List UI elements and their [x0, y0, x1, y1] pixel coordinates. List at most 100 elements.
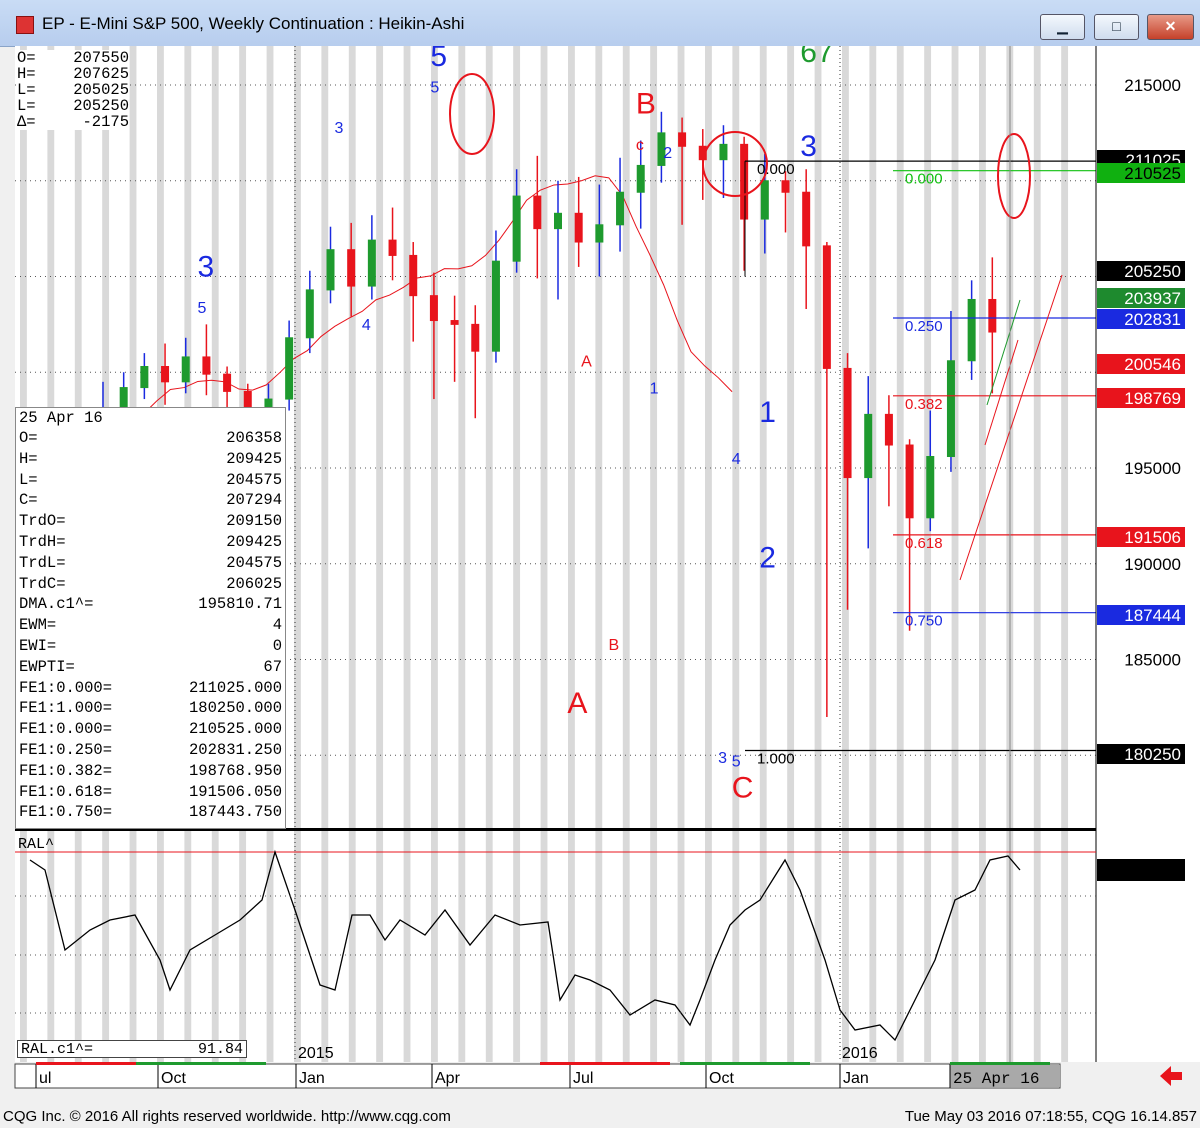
data-window: 25 Apr 16 O= 206358 H= 209425 L= 204575 C= 2072…: [15, 407, 286, 829]
candle-body: [450, 320, 459, 325]
candle-body: [822, 245, 831, 369]
wave-label: 4: [732, 451, 741, 468]
data-window-row: FE1:0.750= 187443.750: [16, 802, 285, 823]
wave-label: 67: [800, 46, 833, 69]
data-window-value: 206025: [226, 574, 282, 593]
week-band: [951, 830, 959, 1062]
price-axis-tick-label: 195000: [1124, 459, 1181, 478]
ohlc-value: -2175: [82, 113, 129, 131]
data-window-row: EWPTI= 67: [16, 657, 285, 678]
candle-body: [367, 239, 376, 287]
candle-body: [884, 413, 893, 446]
price-flag-label: 191506: [1124, 528, 1181, 547]
candle-body: [326, 249, 335, 291]
status-datetime: Tue May 03 2016 07:18:55, CQG 16.14.857: [904, 1108, 1197, 1125]
ohlc-label: H=: [17, 65, 36, 83]
week-band: [842, 830, 849, 1062]
week-band: [1033, 830, 1041, 1062]
week-band: [595, 830, 603, 1062]
data-window-row: FE1:0.000= 210525.000: [16, 719, 285, 740]
week-band: [650, 46, 658, 828]
candle-body: [616, 191, 625, 226]
data-window-value: 206358: [226, 429, 282, 447]
week-band: [622, 830, 630, 1062]
time-color-bar: [950, 1062, 1050, 1065]
data-window-label: EWI=: [19, 636, 57, 655]
week-band: [705, 830, 712, 1062]
data-window-value: 195810.71: [198, 595, 282, 614]
data-window-value: 202831.250: [188, 740, 282, 759]
wave-label: 5: [430, 80, 439, 97]
ral-value-flag: [1097, 859, 1185, 881]
fib-level-label: 1.000: [757, 750, 795, 767]
maximize-button[interactable]: □: [1094, 14, 1139, 40]
data-window-value: 209150: [226, 512, 282, 531]
price-axis-tick-label: 185000: [1124, 651, 1181, 670]
week-band: [979, 830, 986, 1062]
minimize-button[interactable]: ▁: [1040, 14, 1085, 40]
data-window-value: 211025.000: [188, 678, 282, 697]
candle-body: [305, 289, 314, 339]
candle-body: [429, 295, 438, 322]
data-window-label: FE1:0.750=: [19, 803, 113, 822]
data-window-label: FE1:1.000=: [19, 699, 113, 718]
week-band: [376, 46, 384, 828]
close-button[interactable]: ✕: [1147, 14, 1194, 40]
week-band: [513, 830, 521, 1062]
candle-body: [760, 180, 769, 220]
candle-body: [181, 356, 190, 383]
data-window-label: DMA.c1^=: [19, 595, 94, 614]
week-band: [74, 830, 82, 1062]
data-window-row: FE1:1.000= 180250.000: [16, 698, 285, 719]
time-axis-label: Jan: [299, 1070, 325, 1087]
week-band: [979, 46, 986, 828]
scroll-left-icon[interactable]: [1158, 1064, 1184, 1088]
candle-body: [223, 373, 232, 392]
week-band: [20, 830, 27, 1062]
wave-label: c: [636, 137, 644, 154]
data-window-row: DMA.c1^= 195810.71: [16, 594, 285, 615]
week-band: [759, 830, 767, 1062]
candle-body: [140, 366, 149, 389]
candle-body: [905, 444, 914, 519]
week-band: [348, 46, 356, 828]
wave-label: B: [609, 637, 620, 654]
candle-body: [636, 164, 645, 193]
candle-body: [719, 143, 728, 161]
week-band: [595, 46, 603, 828]
data-window-label: TrdO=: [19, 512, 66, 531]
ohlc-row: L= 205250: [17, 98, 129, 114]
data-window-label: C=: [19, 491, 38, 510]
ohlc-value: 205250: [73, 97, 129, 115]
fib-level-label: 0.750: [905, 613, 943, 630]
candle-body: [285, 337, 294, 400]
week-band: [485, 46, 493, 828]
data-window-label: EWPTI=: [19, 657, 75, 676]
time-axis-label: 25 Apr 16: [953, 1070, 1039, 1088]
price-axis-tick-label: 215000: [1124, 76, 1181, 95]
time-color-bar: [540, 1062, 670, 1065]
wave-label: 1: [759, 396, 776, 429]
wave-label: 5: [430, 46, 447, 73]
week-band: [211, 830, 219, 1062]
candle-body: [471, 323, 480, 352]
week-band: [924, 830, 932, 1062]
price-flag-label: 200546: [1124, 355, 1181, 374]
candle-body: [926, 456, 935, 519]
data-window-label: FE1:0.382=: [19, 761, 113, 780]
candle-body: [843, 367, 852, 479]
ral-readout-value: 91.84: [197, 1041, 243, 1058]
window-title: EP - E-Mini S&P 500, Weekly Continuation…: [42, 14, 465, 33]
candle-body: [347, 249, 356, 287]
week-band: [814, 46, 822, 828]
ohlc-row: H= 207625: [17, 66, 129, 82]
price-flag-label: 180250: [1124, 745, 1181, 764]
data-window-row: FE1:0.250= 202831.250: [16, 740, 285, 761]
week-band: [1061, 46, 1069, 828]
wave-label: C: [732, 771, 754, 804]
wave-label: 4: [362, 317, 371, 334]
data-window-value: 209425: [226, 532, 282, 551]
data-window-value: 67: [263, 657, 282, 676]
candle-body: [409, 254, 418, 297]
candle-body: [946, 360, 955, 458]
